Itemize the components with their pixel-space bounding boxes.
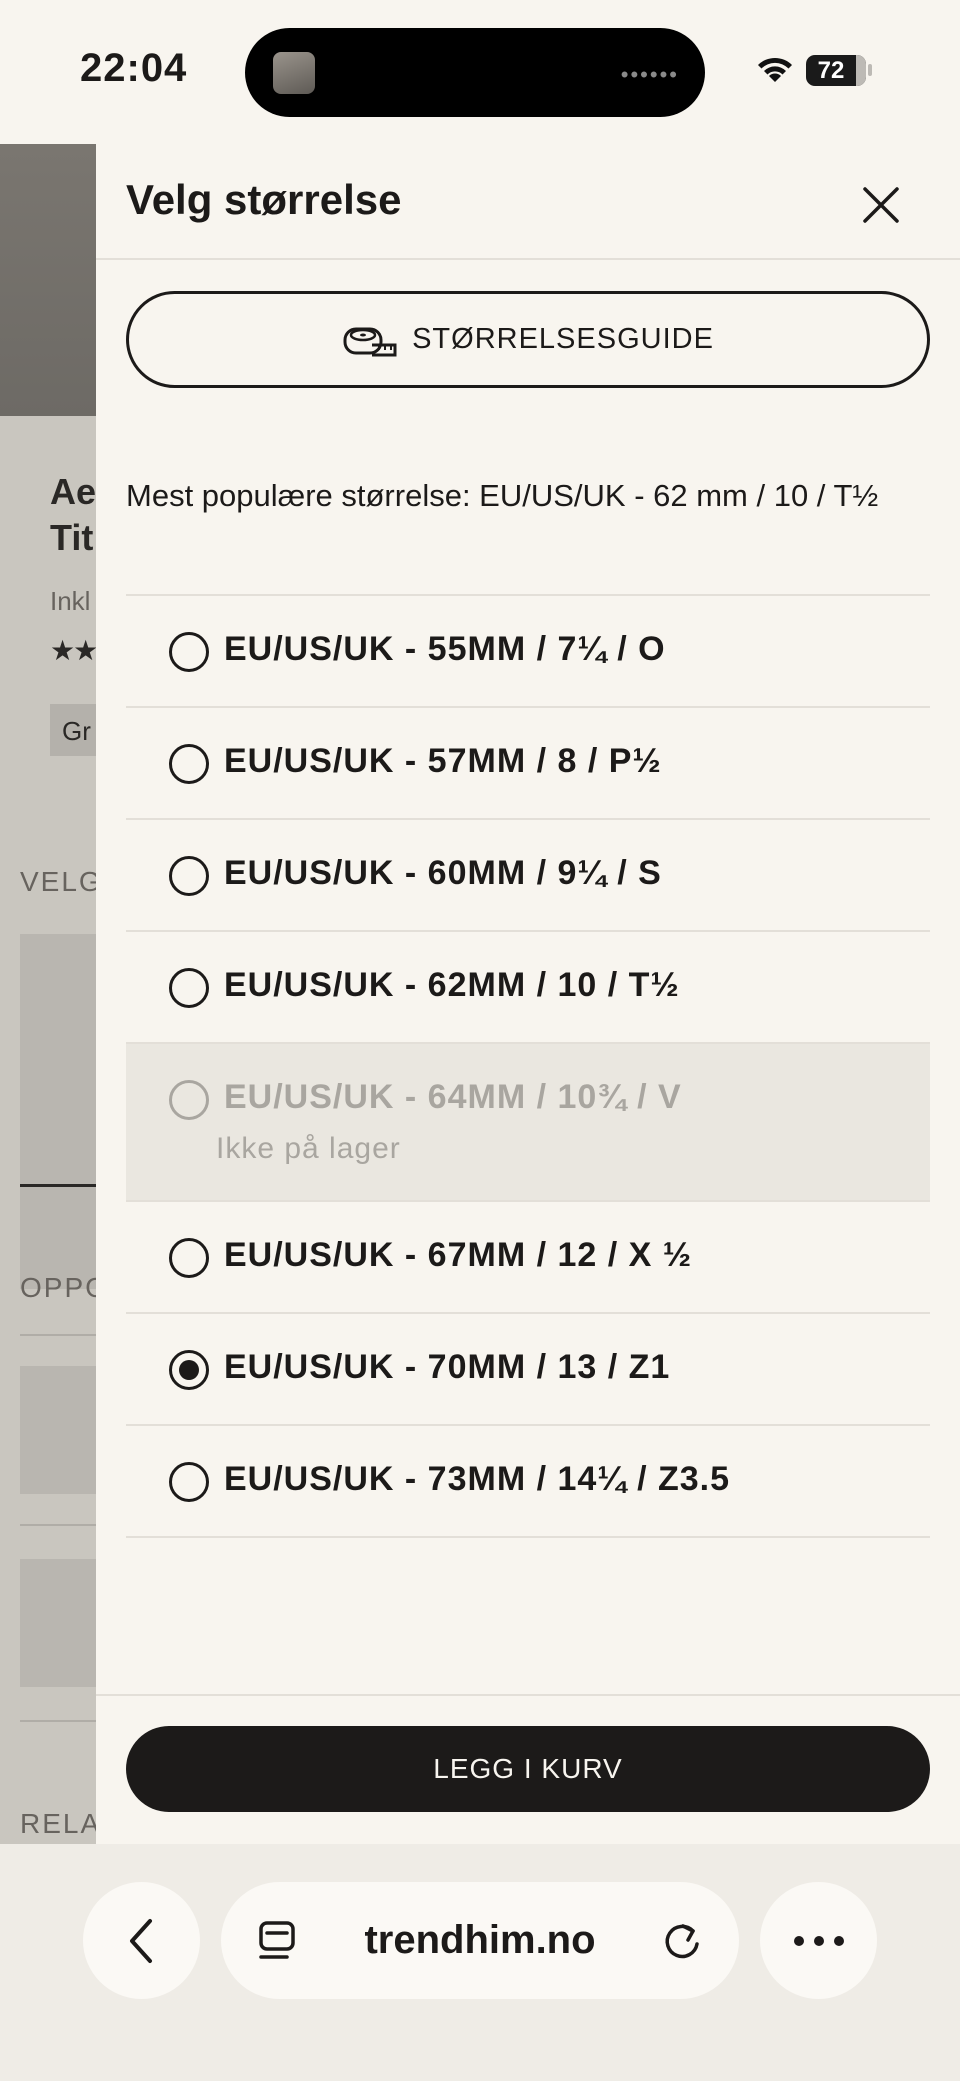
size-option-label: EU/US/UK - 73MM / 14¼ / Z3.5 xyxy=(224,1460,731,1498)
product-image xyxy=(0,144,96,416)
sheet-title: Velg størrelse xyxy=(126,176,402,223)
back-button[interactable] xyxy=(83,1882,200,1999)
battery-level: 72 xyxy=(817,57,845,84)
size-option[interactable]: EU/US/UK - 62MM / 10 / T½ xyxy=(126,932,930,1044)
size-option-label: EU/US/UK - 64MM / 10¾ / V xyxy=(224,1078,682,1116)
upgrade-card-gift-box xyxy=(20,1559,96,1687)
rating-stars: ★★ xyxy=(50,635,96,666)
background-product-page: Ae Tit Inkl ★★ Gr VELG OPPG RELA xyxy=(0,144,96,1844)
section-heading-upgrade: OPPG xyxy=(20,1272,96,1303)
size-option-label: EU/US/UK - 70MM / 13 / Z1 xyxy=(224,1348,671,1386)
section-heading-choose: VELG xyxy=(20,866,96,897)
size-option[interactable]: EU/US/UK - 67MM / 12 / X ½ xyxy=(126,1202,930,1314)
close-icon[interactable] xyxy=(856,180,906,230)
reload-icon[interactable] xyxy=(661,1920,703,1962)
divider xyxy=(20,1524,96,1526)
size-option[interactable]: EU/US/UK - 55MM / 7¼ / O xyxy=(126,596,930,708)
radio-button[interactable] xyxy=(169,1462,209,1502)
most-popular-size-text: Mest populære størrelse: EU/US/UK - 62 m… xyxy=(126,478,879,513)
status-time: 22:04 xyxy=(80,46,188,90)
more-dots-icon xyxy=(793,1935,844,1946)
radio-button-checked[interactable] xyxy=(169,1350,209,1390)
size-option-label: EU/US/UK - 60MM / 9¼ / S xyxy=(224,854,662,892)
size-option-selected[interactable]: EU/US/UK - 70MM / 13 / Z1 xyxy=(126,1314,930,1426)
size-option-out-of-stock: EU/US/UK - 64MM / 10¾ / V Ikke på lager xyxy=(126,1044,930,1202)
size-guide-button[interactable]: STØRRELSESGUIDE xyxy=(126,291,930,388)
radio-button-disabled xyxy=(169,1080,209,1120)
status-bar: 22:04 •••••• 72 xyxy=(0,0,960,140)
size-picker-sheet: Velg størrelse STØRRELSESGUIDE Mest popu… xyxy=(96,144,960,1844)
dynamic-island: •••••• xyxy=(245,28,705,117)
size-option-label: EU/US/UK - 55MM / 7¼ / O xyxy=(224,630,666,668)
sheet-footer: LEGG I KURV xyxy=(96,1694,960,1844)
battery-icon: 72 xyxy=(806,55,866,86)
size-option[interactable]: EU/US/UK - 60MM / 9¼ / S xyxy=(126,820,930,932)
sheet-header: Velg størrelse xyxy=(96,144,960,260)
variant-chip: Gr xyxy=(50,704,96,756)
product-title: Ae Tit xyxy=(50,471,96,558)
section-heading-related: RELA xyxy=(20,1808,96,1839)
radio-button[interactable] xyxy=(169,744,209,784)
size-option-label: EU/US/UK - 57MM / 8 / P½ xyxy=(224,742,662,780)
chevron-left-icon xyxy=(129,1918,152,1963)
size-option[interactable]: EU/US/UK - 57MM / 8 / P½ xyxy=(126,708,930,820)
price-note: Inkl xyxy=(50,586,91,616)
size-option[interactable]: EU/US/UK - 73MM / 14¼ / Z3.5 xyxy=(126,1426,930,1538)
divider xyxy=(20,1334,96,1336)
more-button[interactable] xyxy=(760,1882,877,1999)
ellipsis-icon: •••••• xyxy=(620,62,679,87)
size-guide-label: STØRRELSESGUIDE xyxy=(412,323,714,355)
variant-card xyxy=(20,934,96,1289)
size-option-label: EU/US/UK - 67MM / 12 / X ½ xyxy=(224,1236,693,1274)
live-activity-avatar xyxy=(273,52,315,94)
measuring-tape-icon xyxy=(343,327,397,356)
variant-underline xyxy=(20,1184,96,1187)
radio-button[interactable] xyxy=(169,632,209,672)
out-of-stock-note: Ikke på lager xyxy=(216,1132,401,1165)
radio-button[interactable] xyxy=(169,968,209,1008)
browser-toolbar: trendhim.no xyxy=(0,1844,960,2081)
divider xyxy=(20,1720,96,1722)
radio-button[interactable] xyxy=(169,1238,209,1278)
upgrade-card-engraving xyxy=(20,1366,96,1494)
size-options-list: EU/US/UK - 55MM / 7¼ / O EU/US/UK - 57MM… xyxy=(126,594,930,1538)
battery-tip xyxy=(868,64,872,76)
size-option-label: EU/US/UK - 62MM / 10 / T½ xyxy=(224,966,680,1004)
add-to-cart-button[interactable]: LEGG I KURV xyxy=(126,1726,930,1812)
address-bar[interactable]: trendhim.no xyxy=(221,1882,739,1999)
wifi-icon xyxy=(758,57,792,82)
radio-button[interactable] xyxy=(169,856,209,896)
